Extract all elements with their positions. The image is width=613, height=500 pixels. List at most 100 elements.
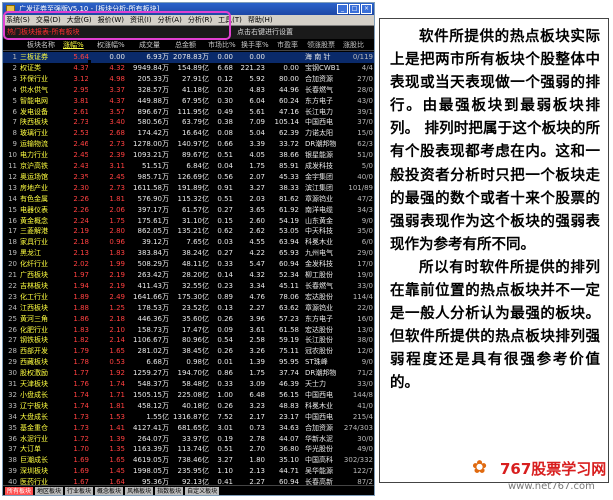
row-volume: 1641.66万 (133, 292, 169, 301)
row-change-pct: 2.53 (73, 129, 89, 138)
table-row[interactable]: 37 大订单 1.70 1.35 1163.39万 113.74亿 0.51 2.70 36.8… (3, 444, 374, 455)
row-index: 26 (8, 325, 17, 334)
row-leading-stock: 山东黄金 (305, 216, 333, 225)
table-row[interactable]: 6 发电设备 2.61 3.57 896.67万 111.95亿 0.49 5.61 47.16… (3, 107, 374, 118)
tab-all-sectors[interactable]: 所有板块 (5, 487, 34, 495)
row-index: 32 (8, 390, 17, 399)
table-row[interactable]: 4 供水供气 2.95 3.37 328.57万 41.18亿 0.20 4.83 44.96 长… (3, 85, 374, 96)
menu-analysis[interactable]: 分析(A) (155, 15, 185, 25)
row-change-pct: 1.73 (73, 412, 89, 421)
row-up-down-ratio: 43/0 (357, 96, 373, 105)
table-row[interactable]: 28 西部开发 1.79 1.65 281.02万 38.45亿 0.26 3.26 75.11… (3, 346, 374, 357)
col-volume[interactable]: 成交量 (139, 39, 160, 51)
col-up-down-ratio[interactable]: 涨股比 (343, 39, 364, 51)
row-market-ratio: 0.27 (217, 205, 233, 214)
table-row[interactable]: 25 黄河三角 1.86 2.18 446.36万 35.60亿 0.26 3.96 57.23… (3, 314, 374, 325)
table-row[interactable]: 3 环保行业 3.12 4.98 205.33万 27.91亿 0.12 5.92 80.00 合… (3, 74, 374, 85)
row-leading-stock: 长江股份 (305, 336, 333, 345)
table-row[interactable]: 16 黄金概念 2.24 1.75 175.61万 31.10亿 0.15 2.60 54.19… (3, 216, 374, 227)
row-change-pct: 1.73 (73, 423, 89, 432)
col-total-amount[interactable]: 总金额 (175, 39, 196, 51)
tab-index-sectors[interactable]: 指数板块 (155, 487, 184, 495)
table-row[interactable]: 13 房地产业 2.30 2.73 1611.58万 191.89亿 0.91 3.27 38.… (3, 183, 374, 194)
table-row[interactable]: 9 运输物流 2.46 2.73 1278.00万 140.97亿 0.66 3.39 33.7… (3, 139, 374, 150)
tab-region-sectors[interactable]: 地区板块 (35, 487, 64, 495)
table-row[interactable]: 23 化工行业 1.89 2.49 1641.66万 175.30亿 0.89 4.76 78.… (3, 292, 374, 303)
table-row[interactable]: 10 电力行业 2.45 2.39 1093.21万 89.67亿 0.51 4.05 38.6… (3, 150, 374, 161)
settings-hint[interactable]: 点击右键进行设置 (237, 26, 293, 39)
row-leading-stock: 冠农股份 (305, 347, 333, 356)
table-row[interactable]: 19 黑龙江 2.13 1.83 383.84万 38.24亿 0.27 4.22 65.93 九… (3, 248, 374, 259)
table-row[interactable]: 18 家具行业 2.18 0.96 39.12万 7.65亿 0.03 4.55 63.94 科冕… (3, 237, 374, 248)
table-row[interactable]: 21 广西板块 1.97 2.19 263.42万 28.20亿 0.14 4.32 52.34… (3, 270, 374, 281)
table-row[interactable]: 22 吉林板块 1.94 2.19 411.43万 32.55亿 0.23 3.34 45.11… (3, 281, 374, 292)
menu-quote[interactable]: 报价(W) (95, 15, 127, 25)
table-row[interactable]: 5 智能电网 3.81 4.37 449.88万 67.95亿 0.30 6.04 60.24 东… (3, 96, 374, 107)
menu-trade[interactable]: 交易(D) (33, 15, 64, 25)
table-row[interactable]: 8 玻璃行业 2.53 2.68 174.42万 16.64亿 0.08 5.04 62.39 力… (3, 128, 374, 139)
row-up-down-ratio: 9/0 (361, 358, 373, 367)
menu-system[interactable]: 系统(S) (3, 15, 33, 25)
menu-info[interactable]: 资讯(I) (127, 15, 155, 25)
menu-tools[interactable]: 工具(T) (215, 15, 245, 25)
row-turnover: 3.27 (249, 183, 265, 192)
menu-market[interactable]: 大盘(G) (64, 15, 95, 25)
window-controls: _ □ × (337, 4, 372, 14)
row-weighted-change-pct: 1.81 (109, 401, 125, 410)
table-row[interactable]: 32 小盘成长 1.74 1.71 1505.15万 225.08亿 1.00 6.48 56.… (3, 390, 374, 401)
col-weighted-change-pct[interactable]: 权涨幅% (97, 39, 125, 51)
row-volume: 9949.84万 (133, 63, 169, 72)
table-row[interactable]: 40 医药行业 1.67 1.64 95.36万 92.13亿 0.41 2.27 60.94 长… (3, 477, 374, 485)
table-row[interactable]: 2 权证类 4.37 4.32 9949.84万 154.89亿 6.68 221.23 0.0… (3, 63, 374, 74)
row-volume: 281.02万 (137, 347, 170, 356)
row-turnover: 2.62 (249, 227, 265, 236)
tab-industry-sectors[interactable]: 行业板块 (65, 487, 94, 495)
close-button[interactable]: × (361, 4, 372, 14)
tab-custom-sectors[interactable]: 自定义板块 (185, 487, 220, 495)
table-row[interactable]: 17 三菱解港 2.19 2.80 862.05万 135.21亿 0.62 2.62 53.0… (3, 226, 374, 237)
col-market-ratio[interactable]: 市场比% (208, 39, 236, 51)
tab-concept-sectors[interactable]: 概念板块 (95, 487, 124, 495)
minimize-button[interactable]: _ (337, 4, 348, 14)
row-pe-ratio: 62.39 (278, 129, 299, 138)
col-pe-ratio[interactable]: 市盈率 (277, 39, 298, 51)
table-row[interactable]: 11 京沪高铁 2.43 3.11 51.51万 6.84亿 0.04 1.75 85.91 成发… (3, 161, 374, 172)
title-bar[interactable]: 广发证券至强版V5.10 - [板块分析-所有板块] _ □ × (3, 3, 374, 15)
row-weighted-change-pct: 0.53 (109, 358, 125, 367)
col-change-pct[interactable]: 涨幅% (63, 39, 84, 51)
table-row[interactable]: 27 钢铁板块 1.82 2.14 1106.67万 80.96亿 0.54 2.58 59.1… (3, 335, 374, 346)
table-row[interactable]: 36 水泥行业 1.72 1.39 264.07万 33.97亿 0.19 2.78 44.07… (3, 434, 374, 445)
table-row[interactable]: 20 化纤行业 2.02 1.99 508.29万 48.11亿 0.33 5.47 60.94… (3, 259, 374, 270)
table-row[interactable]: 33 辽宁板块 1.74 1.81 458.12万 40.18亿 0.26 3.23 48.83… (3, 401, 374, 412)
tab-hot-sector-report[interactable]: 热门板块报表-所有板块 (7, 26, 80, 39)
row-weighted-change-pct: 0.96 (109, 238, 125, 247)
table-row[interactable]: 14 有色金属 2.26 1.81 576.90万 115.32亿 0.51 2.03 81.6… (3, 194, 374, 205)
table-row[interactable]: 24 江西板块 1.88 1.25 178.53万 23.52亿 0.13 2.27 63.62… (3, 303, 374, 314)
table-row[interactable]: 31 天津板块 1.76 1.74 548.37万 58.48亿 0.33 3.09 46.39… (3, 379, 374, 390)
table-row[interactable]: 15 电器仪表 2.26 2.06 397.17万 61.57亿 0.27 3.65 61.92… (3, 205, 374, 216)
table-row[interactable]: 34 大盘成长 1.73 1.53 1.55亿 1316.87亿 7.52 2.17 23.17… (3, 412, 374, 423)
row-sector-name: 奥运场馆 (20, 172, 48, 181)
menu-analysis-2[interactable]: 分析(R) (185, 15, 215, 25)
col-sector-name[interactable]: 板块名称 (27, 39, 55, 51)
table-row[interactable]: 29 西藏板块 1.78 0.53 6.68万 0.98亿 0.01 1.39 95.95 ST珠… (3, 357, 374, 368)
table-row[interactable]: 7 陕西板块 2.73 3.40 580.56万 63.79亿 0.38 7.09 105.14… (3, 117, 374, 128)
menu-help[interactable]: 帮助(H) (245, 15, 276, 25)
table-row[interactable]: 12 奥运场馆 2.35 2.45 985.71万 126.69亿 0.56 2.07 45.3… (3, 172, 374, 183)
table-row[interactable]: 1 三板证券 5.64 0.00 6.93万 2078.83万 0.00 0.00 海 南 针 0… (3, 52, 374, 63)
table-row[interactable]: 26 化肥行业 1.83 2.10 158.73万 17.47亿 0.09 3.61 61.58… (3, 325, 374, 336)
row-market-ratio: 0.13 (217, 303, 233, 312)
col-turnover[interactable]: 换手率% (241, 39, 269, 51)
col-leading-stock[interactable]: 领涨股票 (307, 39, 335, 51)
row-market-ratio: 0.26 (217, 347, 233, 356)
table-row[interactable]: 35 基金重仓 1.73 1.41 4127.41万 681.65亿 3.01 0.73 34.… (3, 423, 374, 434)
table-row[interactable]: 39 深圳板块 1.69 1.45 1998.05万 235.95亿 1.10 2.13 44.… (3, 466, 374, 477)
tab-style-sectors[interactable]: 风格板块 (125, 487, 154, 495)
table-row[interactable]: 38 巨潮成长 1.69 1.65 4619.05万 738.46亿 3.27 1.80 35.… (3, 455, 374, 466)
maximize-button[interactable]: □ (349, 4, 360, 14)
row-index: 11 (8, 162, 17, 170)
table-row[interactable]: 30 股权激励 1.77 1.92 1259.27万 194.70亿 0.86 1.75 37.… (3, 368, 374, 379)
row-weighted-change-pct: 2.39 (109, 151, 125, 160)
row-pe-ratio: 44.71 (278, 467, 299, 476)
row-pe-ratio: 45.11 (278, 281, 299, 290)
